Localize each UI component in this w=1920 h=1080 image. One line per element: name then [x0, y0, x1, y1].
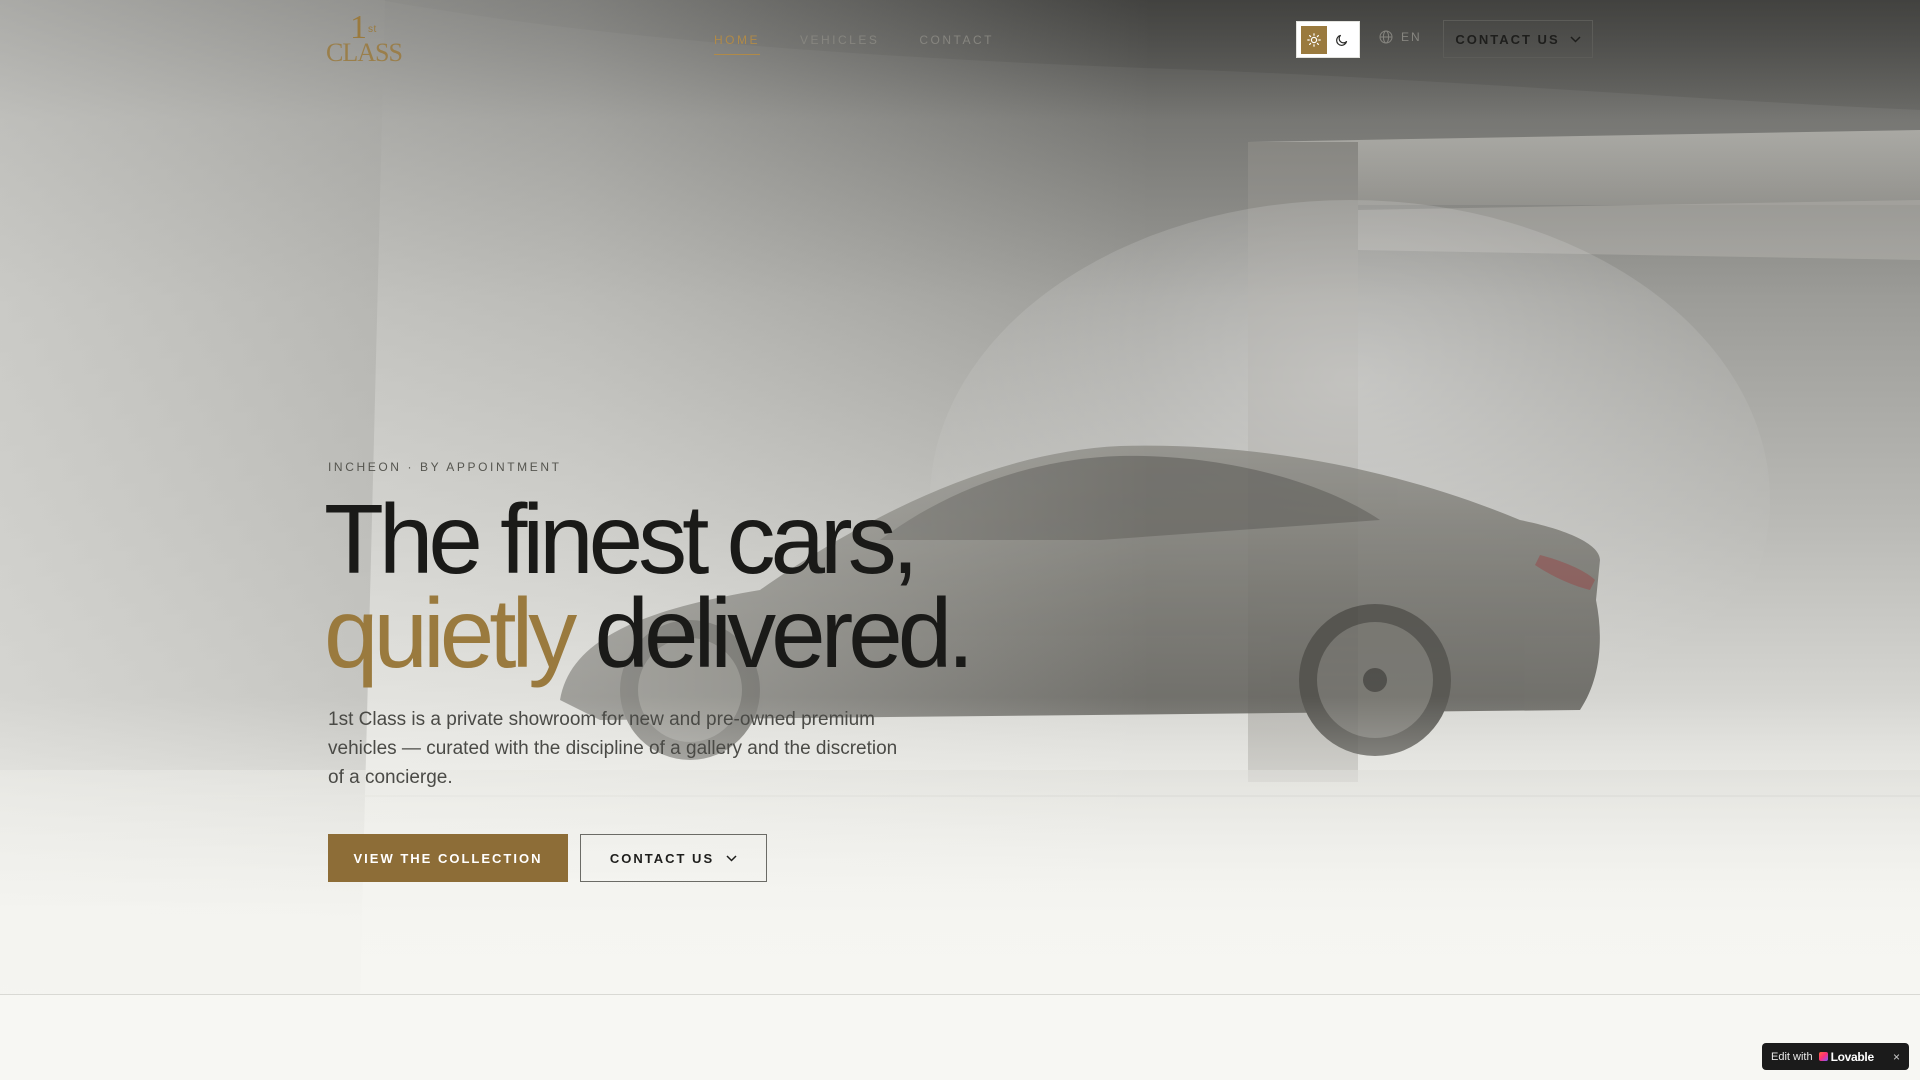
theme-dark-button[interactable] [1329, 26, 1355, 54]
badge-close-icon[interactable]: × [1893, 1050, 1900, 1064]
badge-brand: Lovable [1818, 1049, 1875, 1064]
nav-item-vehicles[interactable]: VEHICLES [800, 33, 879, 55]
view-collection-button[interactable]: VIEW THE COLLECTION [328, 834, 568, 882]
brand-logo[interactable]: 1 st CLASS [326, 10, 406, 68]
language-selector[interactable]: EN [1379, 30, 1422, 44]
headline-accent-word: quietly [324, 578, 577, 688]
edit-with-lovable-badge[interactable]: Edit with Lovable × [1762, 1043, 1909, 1070]
chevron-down-icon [726, 854, 737, 862]
contact-us-hero-label: CONTACT US [609, 850, 715, 866]
badge-brand-label: Lovable [1830, 1049, 1875, 1064]
contact-us-header-button[interactable]: CONTACT US [1443, 20, 1593, 58]
logo-word: CLASS [326, 38, 403, 67]
hero-eyebrow: INCHEON · BY APPOINTMENT [328, 460, 562, 474]
moon-icon [1336, 34, 1348, 46]
hero-headline: The finest cars, quietly delivered. [324, 490, 1144, 682]
badge-prefix: Edit with [1771, 1050, 1813, 1063]
lovable-logo-icon [1818, 1052, 1828, 1061]
contact-us-header-label: CONTACT US [1455, 31, 1560, 47]
hero-description: 1st Class is a private showroom for new … [328, 709, 898, 788]
language-label: EN [1401, 30, 1422, 44]
section-divider [0, 994, 1920, 995]
headline-line-2: delivered. [594, 578, 975, 688]
chevron-down-icon [1570, 35, 1581, 43]
contact-us-hero-button[interactable]: CONTACT US [580, 834, 767, 882]
nav-item-contact[interactable]: CONTACT [919, 33, 994, 55]
site-header: 1 st CLASS HOME VEHICLES CONTACT EN CONT… [0, 0, 1920, 84]
theme-toggle [1296, 21, 1360, 58]
logo-suffix: st [368, 24, 377, 35]
main-nav: HOME VEHICLES CONTACT [714, 33, 994, 55]
theme-light-button[interactable] [1301, 25, 1327, 54]
globe-icon [1379, 30, 1393, 44]
nav-item-home[interactable]: HOME [714, 33, 760, 55]
sun-icon [1307, 32, 1321, 47]
